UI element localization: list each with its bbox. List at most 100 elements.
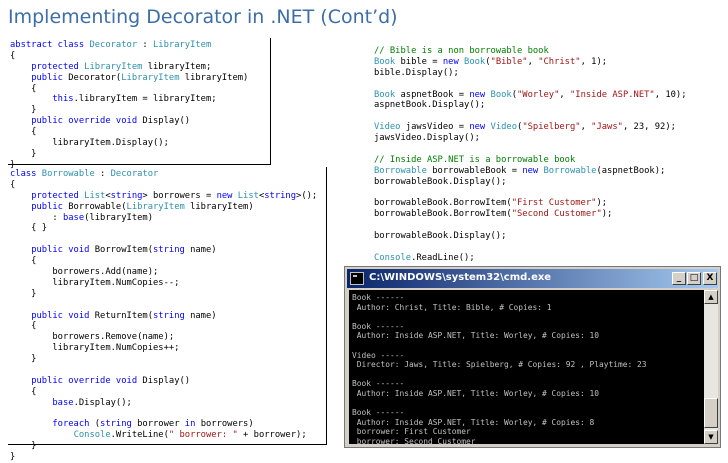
code-token: libraryItem.Display(); <box>10 138 169 149</box>
code-token: { <box>10 83 37 94</box>
code-token: Decorator( <box>68 72 122 83</box>
code-token: public override void <box>31 116 143 127</box>
code-token: Decorator <box>110 169 159 179</box>
code-token: Console <box>73 430 111 441</box>
code-token: { <box>10 386 37 397</box>
code-token: Display() <box>142 375 191 386</box>
code-token: ReturnItem( <box>94 310 154 321</box>
close-button[interactable]: X <box>703 272 717 285</box>
code-token: { <box>10 256 37 267</box>
code-token: , 10); <box>654 89 687 100</box>
code-token: abstract class <box>10 40 90 50</box>
console-output-area[interactable]: Book ------ Author: Christ, Title: Bible… <box>349 290 704 444</box>
code-line: libraryItem.NumCopies--; <box>10 278 317 289</box>
code-line: } <box>10 149 248 160</box>
code-token: Book <box>490 89 512 100</box>
code-token: libraryItem) <box>184 201 254 212</box>
minimize-button[interactable]: _ <box>672 272 686 285</box>
scrollbar-thumb[interactable] <box>704 398 718 428</box>
code-token: protected <box>31 190 85 201</box>
code-token: Borrowable <box>41 169 95 179</box>
console-title-bar[interactable]: C:\WINDOWS\system32\cmd.exe _ □ X <box>347 269 718 288</box>
code-line: } <box>10 289 317 300</box>
code-line: borrowableBook.Display(); <box>374 177 687 188</box>
code-line: protected List<string> borrowers = new L… <box>10 191 317 202</box>
code-token: libraryItem; <box>142 61 212 72</box>
code-line: aspnetBook.Display(); <box>374 100 687 111</box>
console-window[interactable]: C:\WINDOWS\system32\cmd.exe _ □ X Book -… <box>344 266 721 448</box>
code-token: string <box>100 419 138 430</box>
code-token: base <box>62 212 85 223</box>
borrowable-class-code: class Borrowable : Decorator{ protected … <box>10 169 317 463</box>
code-line: public Decorator(LibraryItem libraryItem… <box>10 73 248 84</box>
code-token: Decorator <box>89 40 138 50</box>
code-token: borrowableBook = <box>426 165 523 176</box>
code-line: public Borrowable(LibraryItem libraryIte… <box>10 202 317 213</box>
code-token: libraryItem.NumCopies++; <box>10 343 180 354</box>
code-token: string <box>110 190 143 201</box>
code-token: } <box>10 288 37 299</box>
code-line: jawsVideo.Display(); <box>374 133 687 144</box>
code-line: borrowers.Remove(name); <box>10 332 317 343</box>
decorator-class-code: abstract class Decorator : LibraryItem{ … <box>10 40 248 171</box>
code-token: public <box>31 72 69 83</box>
console-scrollbar[interactable]: ▲ ▼ <box>704 290 718 444</box>
console-title: C:\WINDOWS\system32\cmd.exe <box>369 272 552 283</box>
code-token: "First Customer" <box>511 198 597 209</box>
code-token: name) <box>190 245 217 256</box>
console-app-icon[interactable] <box>350 272 364 285</box>
code-line: borrowableBook.Display(); <box>374 231 687 242</box>
scroll-up-arrow-icon[interactable]: ▲ <box>704 290 718 304</box>
console-line: borrower: Second Customer <box>352 436 476 444</box>
code-token: this <box>52 94 74 105</box>
code-token: , 23, 92); <box>622 122 676 133</box>
code-line: } <box>10 354 317 365</box>
scroll-down-arrow-icon[interactable]: ▼ <box>704 430 718 444</box>
code-token: } <box>10 441 37 452</box>
code-token: "Bible" <box>490 56 528 67</box>
code-line: protected LibraryItem libraryItem; <box>10 62 248 73</box>
code-token: public <box>31 201 69 212</box>
code-token: ); <box>596 198 608 209</box>
code-line: this.libraryItem = libraryItem; <box>10 94 248 105</box>
code-token: Borrowable( <box>68 201 127 212</box>
code-token: LibraryItem <box>121 72 180 83</box>
code-token: .Display(); <box>73 397 132 408</box>
code-line: Video jawsVideo = new Video("Spielberg",… <box>374 122 687 133</box>
code-line: libraryItem.NumCopies++; <box>10 343 317 354</box>
code-token: jawsVideo = <box>400 122 470 133</box>
code-token: libraryItem) <box>179 72 249 83</box>
code-token: jawsVideo.Display(); <box>374 133 480 144</box>
code-token: borrower <box>137 419 185 430</box>
code-token: bible.Display(); <box>374 67 459 78</box>
code-token: , 1); <box>580 56 608 67</box>
code-token: new <box>469 122 491 133</box>
code-token: Video <box>490 122 518 133</box>
code-line: { <box>10 180 317 191</box>
code-token: aspnetBook = <box>395 89 470 100</box>
code-line: { <box>10 256 317 267</box>
code-token: LibraryItem <box>84 61 143 72</box>
maximize-button[interactable]: □ <box>687 272 701 285</box>
code-token: Console <box>374 252 412 263</box>
console-output: Book ------ Author: Christ, Title: Bible… <box>352 293 647 444</box>
code-token: bible = <box>395 56 443 67</box>
code-token: "Spielberg" <box>522 122 581 133</box>
code-line: borrowableBook.BorrowItem("Second Custom… <box>374 209 687 220</box>
code-token: : <box>137 40 154 50</box>
code-token: "Worley" <box>517 89 560 100</box>
main-program-code: // Bible is a non borrowable book Book bi… <box>374 46 687 264</box>
code-token: } <box>10 105 37 116</box>
code-token: } <box>10 148 37 159</box>
